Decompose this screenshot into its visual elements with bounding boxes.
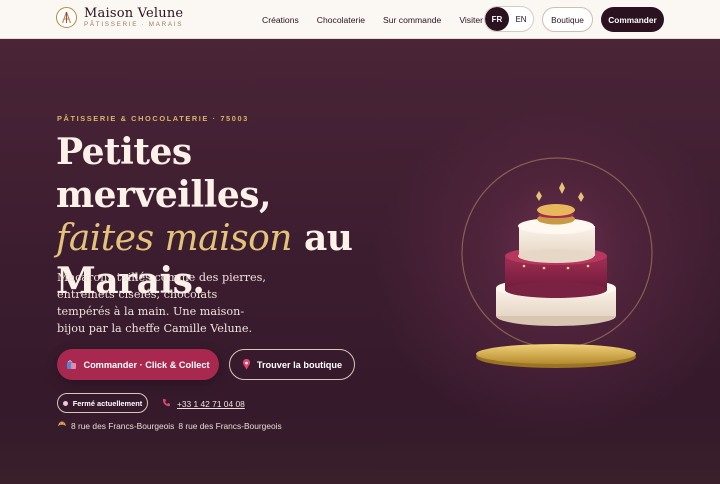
lang-en[interactable]: EN	[509, 7, 533, 31]
nav-visiter[interactable]: Visiter	[459, 15, 483, 25]
address-line: 8 rue des Francs-Bourgeois 8 rue des Fra…	[57, 420, 286, 431]
address-text-1: 8 rue des Francs-Bourgeois	[71, 420, 175, 431]
lang-fr[interactable]: FR	[485, 7, 509, 31]
hero-description: Macarons taillés comme des pierres, entr…	[57, 271, 266, 335]
brand-logo[interactable]: Maison Velune PÂTISSERIE · MARAIS	[56, 6, 184, 29]
cake-illustration	[458, 156, 658, 371]
find-shop-button[interactable]: Trouver la boutique	[229, 349, 355, 380]
nav-chocolaterie[interactable]: Chocolaterie	[317, 15, 365, 25]
language-switcher: FR EN	[484, 6, 534, 32]
order-button-label: Commander · Click & Collect	[83, 359, 210, 370]
hero-title-accent: faites maison	[56, 218, 292, 259]
phone-link[interactable]: +33 1 42 71 04 08	[162, 398, 245, 409]
map-pin-icon	[242, 359, 251, 370]
main-nav: Créations Chocolaterie Sur commande Visi…	[262, 0, 501, 39]
commander-button[interactable]: Commander	[601, 7, 664, 32]
shopping-bag-icon	[66, 359, 77, 370]
brand-subtitle: PÂTISSERIE · MARAIS	[84, 21, 184, 28]
brand-name: Maison Velune	[84, 6, 184, 21]
nav-creations[interactable]: Créations	[262, 15, 299, 25]
phone-number: +33 1 42 71 04 08	[177, 398, 245, 409]
site-header: Maison Velune PÂTISSERIE · MARAIS Créati…	[0, 0, 720, 39]
croissant-icon	[57, 420, 67, 431]
find-shop-label: Trouver la boutique	[256, 359, 343, 370]
order-click-collect-button[interactable]: Commander · Click & Collect	[57, 349, 219, 380]
nav-sur-commande[interactable]: Sur commande	[383, 15, 441, 25]
logo-emblem-icon	[56, 7, 77, 29]
status-dot-icon	[62, 400, 68, 406]
status-badge: Fermé actuellement	[57, 393, 148, 413]
phone-icon	[162, 398, 171, 409]
boutique-button[interactable]: Boutique	[542, 7, 593, 32]
hero-eyebrow: PÂTISSERIE & CHOCOLATERIE · 75003	[57, 114, 249, 123]
hero-title-line1: Petites merveilles,	[56, 131, 272, 216]
status-text: Fermé actuellement	[72, 398, 143, 408]
address-text-2: 8 rue des Francs-Bourgeois	[178, 420, 282, 431]
